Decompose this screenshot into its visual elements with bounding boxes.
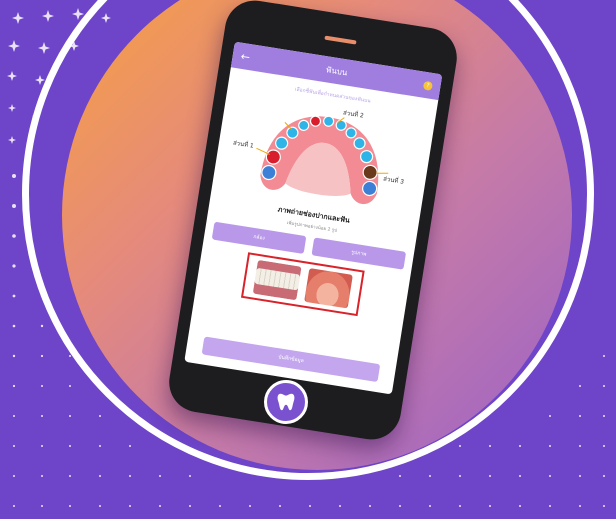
help-icon[interactable]: ?	[422, 80, 434, 91]
photo-gallery	[240, 252, 365, 317]
front-teeth-photo[interactable]	[252, 259, 302, 301]
phone-speaker	[324, 35, 357, 45]
save-button[interactable]: บันทึกข้อมูล	[201, 336, 381, 383]
arrow-left-icon[interactable]: ←	[240, 49, 251, 63]
tooth-icon	[277, 393, 295, 411]
app-logo-badge	[264, 380, 308, 424]
page-title: ฟันบน	[325, 64, 349, 78]
upper-palate-photo[interactable]	[304, 268, 353, 309]
jaw-label-1: ส่วนที่ 1	[233, 139, 255, 150]
jaw-label-3: ส่วนที่ 3	[383, 175, 405, 186]
jaw-label-2: ส่วนที่ 2	[343, 108, 365, 119]
phone-screen: ← ฟันบน ? เลือกซี่ฟันเพื่อกำหนดส่วนของฟั…	[184, 41, 443, 395]
